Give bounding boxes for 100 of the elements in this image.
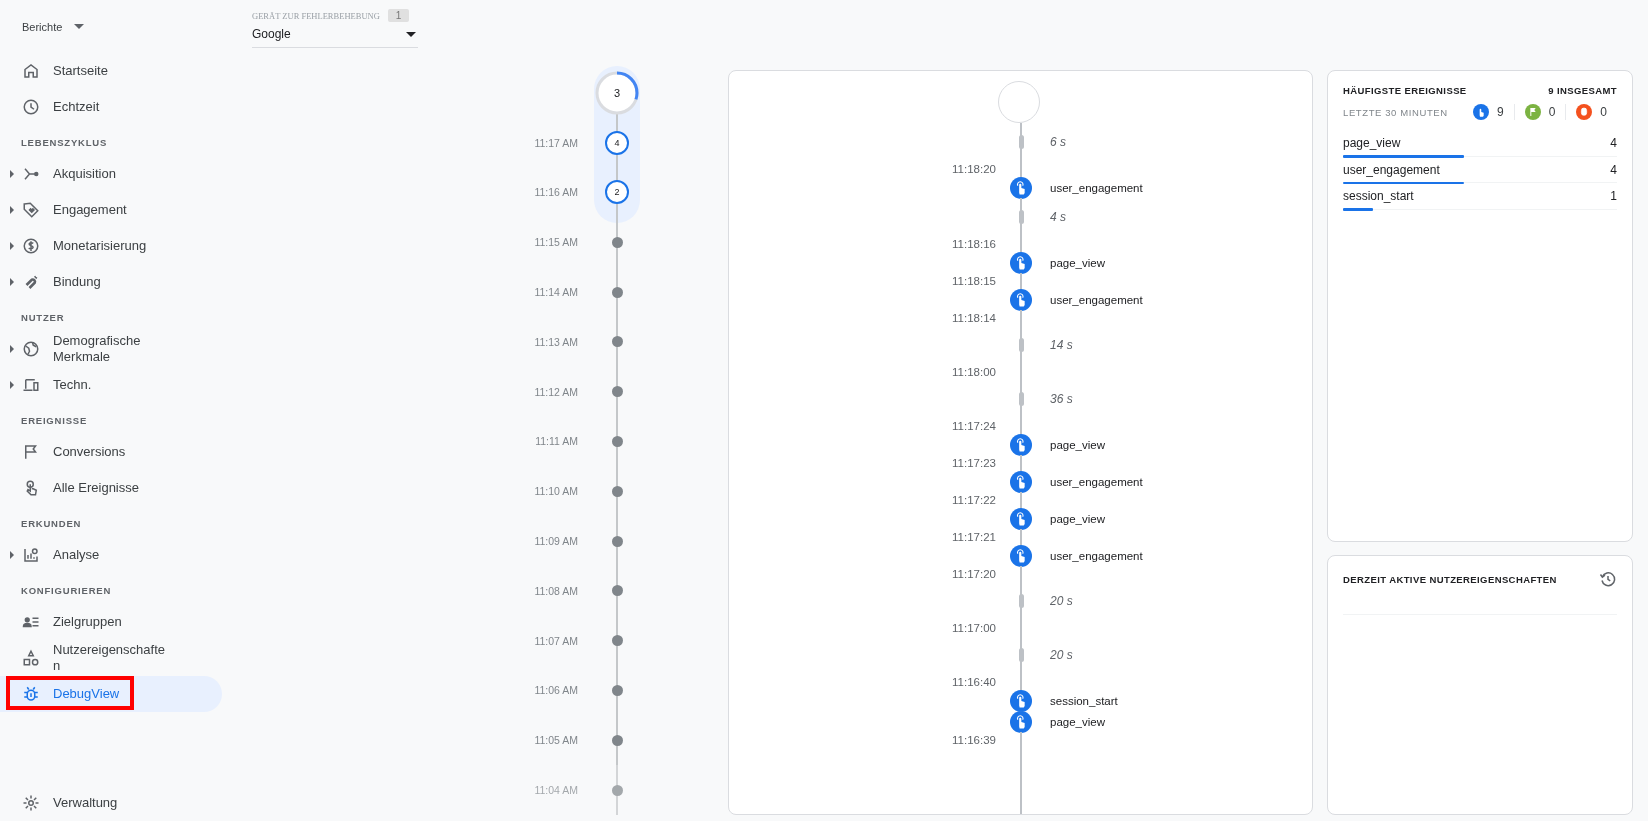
analysis-icon (22, 546, 40, 564)
section-heading: ERKUNDEN (20, 517, 83, 531)
timestamp: 11:17:21 (952, 531, 996, 543)
event-name[interactable]: page_view (1050, 257, 1105, 269)
timestamp: 11:17:20 (952, 568, 996, 580)
minute-dot[interactable] (611, 734, 623, 746)
minute-dot[interactable] (611, 684, 623, 696)
duration-label: 20 s (1050, 594, 1073, 608)
nav-item[interactable]: Nutzereigenschaften (0, 640, 222, 676)
section-heading: LEBENSZYKLUS (20, 136, 109, 150)
nav-item[interactable]: Echtzeit (0, 89, 222, 125)
card-title: HÄUFIGSTE EREIGNISSE (1343, 85, 1467, 96)
minute-label: 11:10 AM (534, 485, 578, 498)
minute-label: 11:09 AM (534, 535, 578, 548)
nav-item[interactable]: Alle Ereignisse (0, 470, 222, 506)
timestamp: 11:16:40 (952, 676, 996, 688)
nav-item[interactable]: Bindung (0, 264, 222, 300)
device-select[interactable]: Google (252, 22, 418, 48)
minute-dot[interactable] (611, 435, 623, 447)
minute-dot[interactable] (611, 286, 623, 298)
minute-dot[interactable] (611, 635, 623, 647)
expand-arrow-icon[interactable] (10, 278, 14, 286)
expand-arrow-icon[interactable] (10, 381, 14, 389)
touch-event-icon[interactable] (1010, 545, 1032, 567)
minute-label: 11:14 AM (534, 286, 578, 299)
section-heading: NUTZER (20, 311, 66, 325)
touch-event-icon[interactable] (1010, 471, 1032, 493)
nav-item[interactable]: DebugView (0, 676, 222, 712)
dollar-icon (22, 237, 40, 255)
timestamp: 11:18:00 (952, 366, 996, 378)
event-row[interactable]: session_start 1 (1343, 183, 1617, 210)
field-label: GERÄT ZUR FEHLERBEHEBUNG (252, 10, 380, 21)
timestamp: 11:18:20 (952, 163, 996, 175)
touch-event-icon[interactable] (1010, 690, 1032, 712)
event-count: 9 (1496, 105, 1504, 119)
total-count: 9 INSGESAMT (1548, 85, 1617, 96)
minute-dot[interactable] (611, 585, 623, 597)
minute-label: 11:05 AM (534, 734, 578, 747)
section-heading: KONFIGURIEREN (20, 584, 113, 598)
minute-label: 11:11 AM (535, 435, 578, 448)
event-name[interactable]: page_view (1050, 439, 1105, 451)
minute-dot[interactable] (611, 336, 623, 348)
nav-item[interactable]: Monetarisierung (0, 228, 222, 264)
event-row[interactable]: user_engagement 4 (1343, 156, 1617, 183)
duration-label: 14 s (1050, 338, 1073, 352)
expand-arrow-icon[interactable] (10, 551, 14, 559)
minute-label: 11:17 AM (534, 136, 578, 149)
nav-item[interactable]: Startseite (0, 53, 222, 89)
touch-event-icon[interactable] (1010, 711, 1032, 733)
nav-item[interactable]: Conversions (0, 434, 222, 470)
event-name[interactable]: user_engagement (1050, 182, 1143, 194)
timestamp: 11:16:39 (952, 734, 996, 746)
nav-item[interactable]: Demografische Merkmale (0, 331, 222, 367)
touch-event-icon[interactable] (1010, 177, 1032, 199)
duration-label: 4 s (1050, 210, 1066, 224)
minute-dot[interactable] (611, 485, 623, 497)
touch-event-icon[interactable] (1010, 252, 1032, 274)
expand-arrow-icon[interactable] (10, 242, 14, 250)
duration-label: 36 s (1050, 392, 1073, 406)
minute-label: 11:13 AM (534, 335, 578, 348)
current-minute-counter[interactable]: 3 (594, 69, 640, 116)
event-count: 0 (1600, 105, 1607, 119)
gap-segment (1018, 338, 1024, 352)
minute-dot[interactable] (611, 236, 623, 248)
duration-label: 6 s (1050, 135, 1066, 149)
bug-icon (22, 685, 40, 703)
minute-dot[interactable] (611, 784, 623, 796)
expand-arrow-icon[interactable] (10, 206, 14, 214)
section-heading: EREIGNISSE (20, 414, 89, 428)
flag-icon (22, 443, 40, 461)
event-name[interactable]: page_view (1050, 716, 1105, 728)
tag-icon (22, 201, 40, 219)
count-badge: 1 (387, 9, 410, 22)
settings-icon (22, 794, 40, 812)
nav-item[interactable]: Techn. (0, 367, 222, 403)
minute-dot[interactable] (611, 386, 623, 398)
event-count: 0 (1548, 105, 1556, 119)
reports-dropdown[interactable]: Berichte (22, 20, 85, 33)
minute-label: 11:12 AM (534, 385, 578, 398)
nav-item[interactable]: Engagement (0, 192, 222, 228)
gap-segment (1018, 210, 1024, 224)
touch-event-icon[interactable] (1010, 434, 1032, 456)
event-name[interactable]: user_engagement (1050, 476, 1143, 488)
shapes-icon (22, 649, 40, 667)
expand-arrow-icon[interactable] (10, 170, 14, 178)
event-row[interactable]: page_view 4 (1343, 130, 1617, 157)
event-name[interactable]: user_engagement (1050, 550, 1143, 562)
nav-item[interactable]: Akquisition (0, 156, 222, 192)
event-name[interactable]: page_view (1050, 513, 1105, 525)
fork-icon (22, 165, 40, 183)
event-name[interactable]: session_start (1050, 695, 1118, 707)
expand-arrow-icon[interactable] (10, 345, 14, 353)
history-icon[interactable] (1599, 570, 1617, 588)
touch-event-icon[interactable] (1010, 289, 1032, 311)
nav-item[interactable]: Zielgruppen (0, 604, 222, 640)
event-name[interactable]: user_engagement (1050, 294, 1143, 306)
nav-item[interactable]: Verwaltung (0, 785, 222, 821)
nav-item[interactable]: Analyse (0, 537, 222, 573)
minute-dot[interactable] (611, 535, 623, 547)
touch-event-icon[interactable] (1010, 508, 1032, 530)
